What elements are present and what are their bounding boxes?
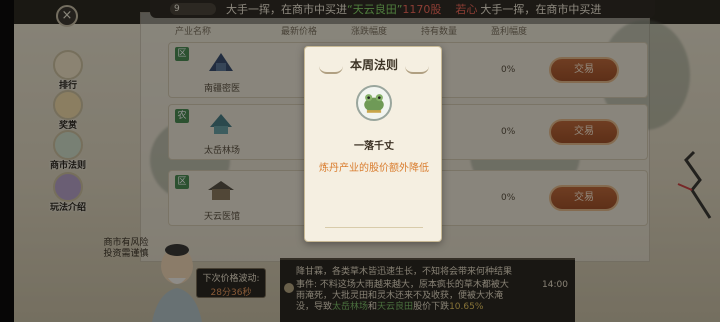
law-description: 炼丹产业的股价额外降低 bbox=[319, 163, 429, 174]
toad-icon bbox=[364, 94, 384, 113]
cloud-ornament-icon bbox=[405, 66, 429, 74]
cloud-ornament-icon bbox=[319, 66, 343, 74]
weekly-rule-modal: 本周法则 一落千丈 炼丹产业的股价额外降低 bbox=[304, 46, 442, 242]
law-icon bbox=[356, 85, 392, 121]
modal-title: 本周法则 bbox=[349, 58, 398, 72]
game-screen: 9 大手一挥，在商市中买进 “天云良田” 1170股 若心 大手一挥，在商市中买… bbox=[0, 0, 720, 322]
law-name: 一落千丈 bbox=[354, 141, 394, 152]
modal-footer-divider bbox=[325, 227, 423, 233]
modal-title-bar: 本周法则 bbox=[315, 54, 433, 76]
